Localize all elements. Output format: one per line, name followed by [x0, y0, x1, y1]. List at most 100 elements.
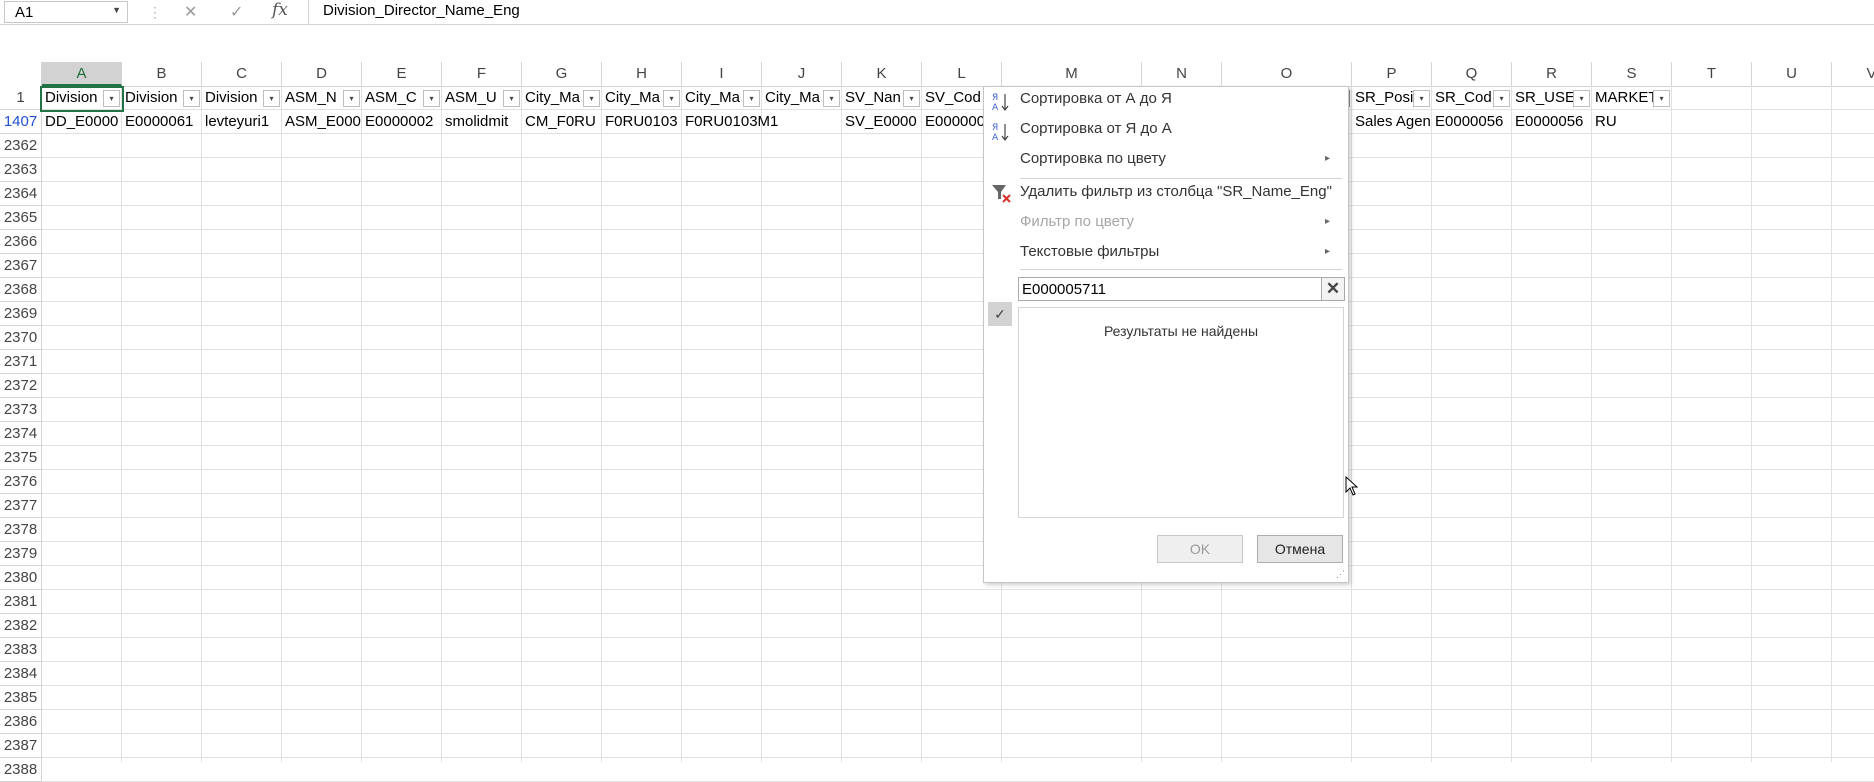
filter-dropdown-icon[interactable]: ▾	[903, 90, 920, 107]
row-header[interactable]: 2372	[0, 374, 42, 398]
header-cell[interactable]: SR_Posi	[1352, 86, 1414, 110]
header-cell[interactable]: SV_Nan	[842, 86, 904, 110]
row-header[interactable]: 2382	[0, 614, 42, 638]
filter-dropdown-icon[interactable]: ▾	[583, 90, 600, 107]
data-cell[interactable]: CM_F0RU	[522, 110, 602, 134]
row-header[interactable]: 2367	[0, 254, 42, 278]
data-cell[interactable]: smolidmit	[442, 110, 522, 134]
enter-icon[interactable]: ✓	[230, 2, 243, 22]
grid-line	[42, 229, 1874, 230]
header-cell[interactable]: Division	[202, 86, 264, 110]
data-cell[interactable]: SV_E0000	[842, 110, 922, 134]
filter-search-field[interactable]	[1018, 277, 1328, 301]
header-cell[interactable]: ASM_N	[282, 86, 344, 110]
insert-function-icon[interactable]: fx	[272, 0, 288, 20]
row-header[interactable]: 1407	[0, 110, 42, 134]
name-box-value: A1	[15, 4, 34, 21]
grid-line	[42, 541, 1874, 542]
header-cell[interactable]: SR_USE	[1512, 86, 1574, 110]
grid-line	[42, 757, 1874, 758]
row-header[interactable]: 2370	[0, 326, 42, 350]
row-header[interactable]: 2375	[0, 446, 42, 470]
row-header[interactable]: 2373	[0, 398, 42, 422]
filter-dropdown-icon[interactable]: ▾	[1573, 90, 1590, 107]
data-cell[interactable]: E0000002	[362, 110, 442, 134]
row-header[interactable]: 2387	[0, 734, 42, 758]
row-header[interactable]: 2378	[0, 518, 42, 542]
sort-a-to-z[interactable]: Сортировка от А до Я	[1020, 86, 1172, 112]
data-cell[interactable]: F0RU0103M1	[682, 110, 842, 134]
header-cell[interactable]: Division	[122, 86, 184, 110]
row-header[interactable]: 2366	[0, 230, 42, 254]
data-cell[interactable]: levteyuri1	[202, 110, 282, 134]
worksheet-grid[interactable]: 1 1407 2362 2363 2364 2365 2366 2367 2368 2369 237…	[0, 62, 1874, 782]
data-cell[interactable]: RU	[1592, 110, 1672, 134]
header-cell[interactable]: City_Ma	[522, 86, 584, 110]
cancel-icon[interactable]: ✕	[184, 2, 197, 22]
filter-dropdown-icon[interactable]: ▾	[183, 90, 200, 107]
header-cell[interactable]: ASM_C	[362, 86, 424, 110]
header-cell[interactable]: ASM_U	[442, 86, 504, 110]
row-header[interactable]: 2363	[0, 158, 42, 182]
formula-input[interactable]: Division_Director_Name_Eng	[308, 0, 1869, 24]
filter-values-list[interactable]: Результаты не найдены	[1018, 307, 1344, 518]
header-cell[interactable]: SV_Cod	[922, 86, 984, 110]
row-header[interactable]: 2380	[0, 566, 42, 590]
clear-filter-sr-name-eng[interactable]: Удалить фильтр из столбца "SR_Name_Eng"	[1020, 179, 1332, 205]
sort-descending-icon: ЯА	[990, 121, 1012, 143]
data-cell[interactable]: ASM_E000	[282, 110, 362, 134]
filter-dropdown-icon[interactable]: ▾	[343, 90, 360, 107]
filter-dropdown-icon[interactable]: ▾	[1413, 90, 1430, 107]
row-header[interactable]: 2379	[0, 542, 42, 566]
grid-line	[42, 253, 1874, 254]
data-cell[interactable]: DD_E0000	[42, 110, 122, 134]
filter-search-input[interactable]	[1022, 279, 1292, 299]
row-header[interactable]: 2386	[0, 710, 42, 734]
filter-dropdown-icon[interactable]: ▾	[743, 90, 760, 107]
cancel-button[interactable]: Отмена	[1257, 535, 1343, 563]
data-cell[interactable]: E0000056	[1432, 110, 1512, 134]
row-header[interactable]: 2364	[0, 182, 42, 206]
row-header[interactable]: 2369	[0, 302, 42, 326]
row-header[interactable]: 2381	[0, 590, 42, 614]
header-cell[interactable]: SR_Cod	[1432, 86, 1494, 110]
row-header[interactable]: 2385	[0, 686, 42, 710]
filter-dropdown-icon[interactable]: ▾	[423, 90, 440, 107]
name-box[interactable]: A1 ▼	[4, 1, 128, 23]
header-cell[interactable]: City_Ma	[762, 86, 824, 110]
header-cell[interactable]: City_Ma	[682, 86, 744, 110]
filter-dropdown-icon[interactable]: ▾	[263, 90, 280, 107]
data-cell[interactable]: E0000056	[1512, 110, 1592, 134]
row-header[interactable]: 2362	[0, 134, 42, 158]
row-header[interactable]: 2374	[0, 422, 42, 446]
resize-grip-icon[interactable]: ⋰	[1336, 569, 1345, 580]
chevron-down-icon[interactable]: ▼	[112, 5, 121, 15]
submenu-arrow-icon: ▸	[1324, 153, 1330, 164]
filter-dropdown-icon[interactable]: ▾	[823, 90, 840, 107]
ok-button[interactable]: OK	[1157, 535, 1243, 563]
clear-filter-icon	[990, 182, 1012, 204]
clear-search-button[interactable]: ✕	[1321, 277, 1345, 301]
filter-dropdown-icon[interactable]: ▾	[1493, 90, 1510, 107]
row-header[interactable]: 2377	[0, 494, 42, 518]
sort-z-to-a[interactable]: Сортировка от Я до А	[1020, 116, 1172, 142]
filter-dropdown-icon[interactable]: ▾	[663, 90, 680, 107]
text-filters[interactable]: Текстовые фильтры ▸	[1020, 239, 1340, 265]
row-header[interactable]: 2376	[0, 470, 42, 494]
filter-dropdown-icon[interactable]: ▾	[1653, 90, 1670, 107]
data-cell[interactable]: F0RU0103	[602, 110, 682, 134]
filter-dropdown-icon[interactable]: ▾	[503, 90, 520, 107]
header-cell[interactable]: MARKET	[1592, 86, 1654, 110]
row-header[interactable]: 2365	[0, 206, 42, 230]
sort-by-color[interactable]: Сортировка по цвету ▸	[1020, 146, 1340, 172]
row-header[interactable]: 2384	[0, 662, 42, 686]
row-header[interactable]: 2383	[0, 638, 42, 662]
row-header[interactable]: 1	[0, 86, 42, 110]
header-cell[interactable]: City_Ma	[602, 86, 664, 110]
grid-line	[42, 205, 1874, 206]
grid-line	[42, 157, 1874, 158]
row-header[interactable]: 2368	[0, 278, 42, 302]
data-cell[interactable]: Sales Agen	[1352, 110, 1432, 134]
data-cell[interactable]: E0000061	[122, 110, 202, 134]
row-header[interactable]: 2371	[0, 350, 42, 374]
